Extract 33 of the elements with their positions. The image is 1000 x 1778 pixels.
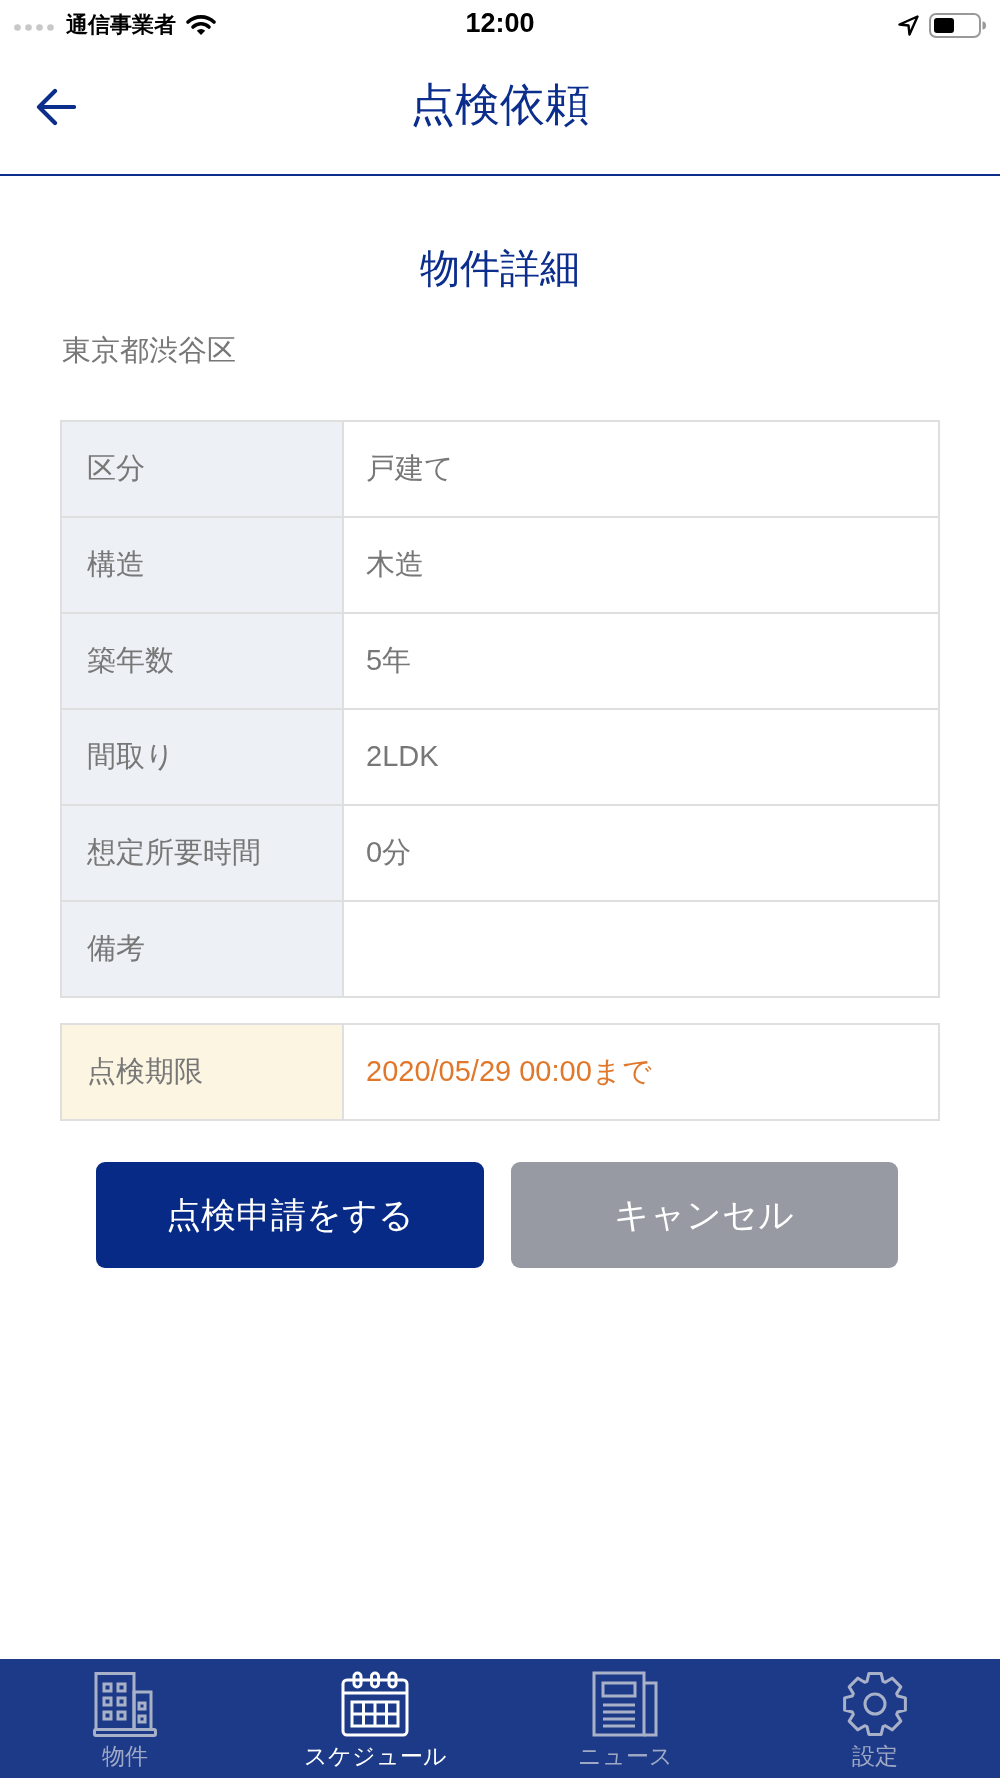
label-cell: 間取り [61,709,343,805]
value-cell: 2LDK [343,709,939,805]
battery-icon [929,12,986,38]
label-cell: 想定所要時間 [61,805,343,901]
newspaper-icon [592,1671,658,1737]
value-cell: 戸建て [343,421,939,517]
address-text: 東京都渋谷区 [62,333,236,368]
label-cell: 築年数 [61,613,343,709]
tab-item[interactable]: スケジュール [250,1659,500,1778]
wifi-icon [186,14,216,36]
value-cell: 5年 [343,613,939,709]
tab-item[interactable]: 物件 [0,1659,250,1778]
cancel-button[interactable]: キャンセル [510,1162,898,1268]
page-title: 点検依頼 [410,81,590,127]
location-arrow-icon [898,14,919,36]
status-time: 12:00 [465,10,535,37]
label-cell: 区分 [61,421,343,517]
label-cell: 備考 [61,901,343,997]
value-cell: 木造 [343,517,939,613]
value-cell: 0分 [343,805,939,901]
signal-icon [14,23,56,31]
tab-item[interactable]: 設定 [750,1659,1000,1778]
tab-item[interactable]: ニュース [500,1659,750,1778]
carrier-name: 通信事業者 [66,14,176,36]
label-cell: 点検期限 [61,1024,343,1120]
section-title: 物件詳細 [420,246,580,290]
back-arrow-icon[interactable] [36,88,76,126]
label-cell: 構造 [61,517,343,613]
building-icon [93,1671,157,1737]
submit-button[interactable]: 点検申請をする [96,1162,484,1268]
settings-gear-icon [842,1671,908,1737]
value-cell: 2020/05/29 00:00まで [343,1024,939,1120]
calendar-icon [341,1671,409,1737]
